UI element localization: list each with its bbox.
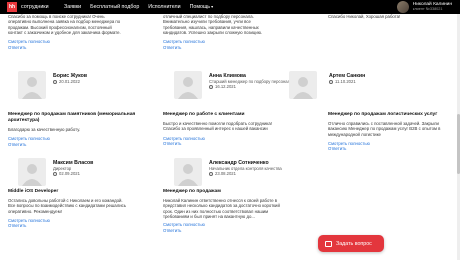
avatar xyxy=(396,1,409,13)
review-card-top-1: Спасибо за помощь в поиске сотрудника! О… xyxy=(8,14,148,50)
review-date: 16.12.2021 xyxy=(209,84,292,90)
avatar-placeholder-icon xyxy=(174,158,202,186)
user-menu[interactable]: Николай Калинин клиент №338021 xyxy=(396,1,452,13)
avatar-placeholder-icon xyxy=(289,71,317,99)
review-card-5: Менеджер по продажам Николай Калинин отв… xyxy=(163,189,308,233)
review-vacancy-title: Менеджер по продажам xyxy=(163,189,221,194)
user-id: клиент №338021 xyxy=(412,7,443,11)
review-date: 23.08.2021 xyxy=(209,171,282,177)
review-date: 20.01.2022 xyxy=(53,79,87,85)
reviewer-card: Борис Жуков 20.01.2022 xyxy=(18,71,87,99)
review-date: 11.10.2021 xyxy=(329,79,365,85)
review-vacancy-title: Менеджер по работе с клиентами xyxy=(163,112,245,117)
reply-link[interactable]: Ответить xyxy=(8,223,148,229)
review-date-text: 23.08.2021 xyxy=(215,171,236,176)
logo-text: сотрудники xyxy=(21,4,49,10)
top-navigation-bar: hh сотрудники Заявки Бесплатный подбор И… xyxy=(0,0,460,14)
ask-question-label: Задать вопрос xyxy=(336,240,372,247)
clock-icon xyxy=(209,84,213,89)
logo[interactable]: hh сотрудники xyxy=(7,2,49,12)
review-text-line: кандидатов. Успешно закрыли сложную пози… xyxy=(163,29,263,35)
review-date-text: 20.01.2022 xyxy=(59,79,80,84)
review-vacancy-title: Менеджер по продажам памятников (мемориа… xyxy=(8,112,136,123)
reviewer-card: Александр Сотниченко Начальник отдела ко… xyxy=(174,158,282,186)
main-nav: Заявки Бесплатный подбор Исполнители Пом… xyxy=(64,0,222,14)
reply-link[interactable]: Ответить xyxy=(8,142,148,148)
reply-link[interactable]: Ответить xyxy=(163,45,303,51)
review-date-text: 11.10.2021 xyxy=(335,79,356,84)
reviewer-card: Максим Власов Директор 02.09.2021 xyxy=(18,158,93,186)
logo-mark: hh xyxy=(7,2,17,12)
review-text-line: требованиям и был принят на вакантную до… xyxy=(163,213,255,219)
clock-icon xyxy=(209,171,213,176)
review-vacancy-title: Менеджер по продажам логистических услуг xyxy=(328,112,438,117)
review-text-line: Спасибо за проявленный интерес к нашей в… xyxy=(163,126,268,132)
review-text: Благодарю за качественную работу. xyxy=(8,127,81,132)
review-text-line: оперативно. Рекомендуем! xyxy=(8,208,62,214)
review-text-line: международной логистике xyxy=(328,131,381,137)
clock-icon xyxy=(53,79,57,84)
review-card-4: Middle iOS Developer Остались довольны р… xyxy=(8,189,148,229)
avatar-placeholder-icon xyxy=(18,158,46,186)
nav-item-performers[interactable]: Исполнители xyxy=(148,4,180,10)
review-text-line: вакансию Менеджер по продажам услуг B2B … xyxy=(328,126,441,132)
user-info: Николай Калинин клиент №338021 xyxy=(413,2,452,13)
review-text-line: контакт с заказчиком и удобное для заказ… xyxy=(8,29,121,35)
review-card-top-2: отличный специалист по подбору персонала… xyxy=(163,14,303,50)
reply-link[interactable]: Ответить xyxy=(163,228,308,234)
nav-item-help[interactable]: Помощь▾ xyxy=(190,4,213,10)
review-card-3: Менеджер по продажам логистических услуг… xyxy=(328,112,453,152)
review-card-top-3: Спасибо Николай, Хорошая работа! xyxy=(328,14,448,19)
chevron-down-icon: ▾ xyxy=(211,4,214,9)
clock-icon xyxy=(329,79,333,84)
nav-help-label: Помощь xyxy=(189,4,211,10)
nav-item-requests[interactable]: Заявки xyxy=(64,4,81,10)
chat-icon xyxy=(325,240,332,247)
review-card-2: Менеджер по работе с клиентами Быстро и … xyxy=(163,112,303,147)
review-date-text: 16.12.2021 xyxy=(215,84,236,89)
reviewer-card: Анна Климова Старший менеджер по подбору… xyxy=(174,71,292,99)
nav-item-free-selection[interactable]: Бесплатный подбор xyxy=(90,4,139,10)
avatar-placeholder-icon xyxy=(174,71,202,99)
reply-link[interactable]: Ответить xyxy=(8,45,148,51)
reviewer-card: Артем Санкин 11.10.2021 xyxy=(289,71,365,99)
review-vacancy-title: Middle iOS Developer xyxy=(8,189,59,194)
avatar-placeholder-icon xyxy=(18,71,46,99)
reviews-page: Спасибо за помощь в поиске сотрудника! О… xyxy=(0,14,460,260)
review-date: 02.09.2021 xyxy=(53,171,93,177)
review-date-text: 02.09.2021 xyxy=(59,171,80,176)
ask-question-button[interactable]: Задать вопрос xyxy=(318,235,384,252)
review-card-1: Менеджер по продажам памятников (мемориа… xyxy=(8,112,148,147)
review-text-line: Спасибо Николай, Хорошая работа! xyxy=(328,14,401,19)
reply-link[interactable]: Ответить xyxy=(328,146,453,152)
reply-link[interactable]: Ответить xyxy=(163,141,303,147)
clock-icon xyxy=(53,171,57,176)
